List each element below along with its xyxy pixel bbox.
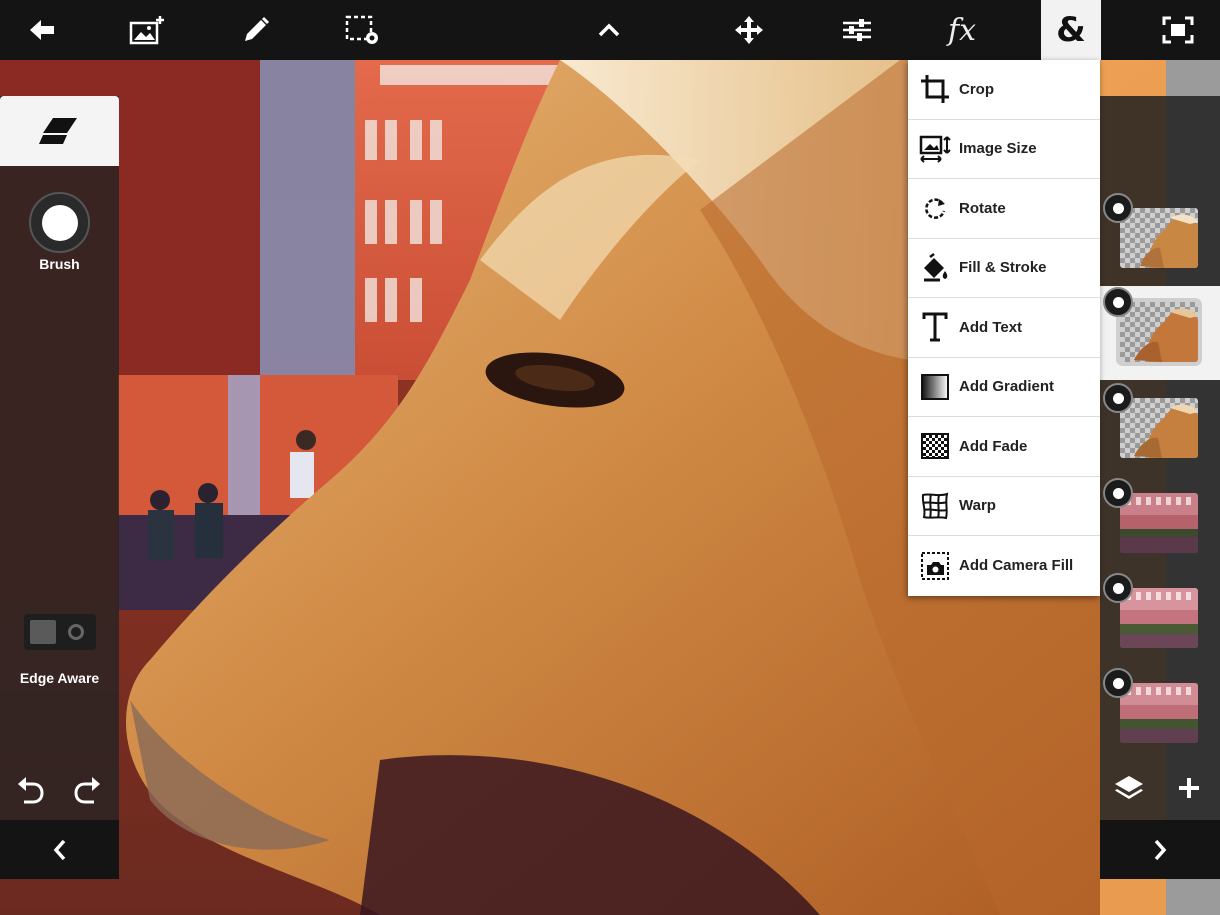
add-image-button[interactable] [118,0,178,60]
horse-head-thumb-icon [1120,208,1198,268]
menu-item-label: Add Camera Fill [959,557,1074,575]
fullscreen-icon [1162,16,1194,44]
move-icon [735,16,763,44]
text-icon [917,310,953,344]
menu-item-crop[interactable]: Crop [908,60,1100,120]
effects-button[interactable]: fx [932,0,992,60]
fx-icon: fx [947,12,977,48]
collapse-toolbar-button[interactable] [579,0,639,60]
layer-visibility-toggle[interactable] [1103,287,1133,317]
pencil-icon [245,16,270,41]
sliders-icon [843,19,871,41]
more-options-menu: Crop Image Size Rotate Fill & Stroke Add… [908,60,1100,596]
layer-thumbnail [1120,493,1198,553]
tool-options-panel: Brush Edge Aware [0,96,119,879]
redo-icon [74,777,100,804]
eraser-tool-tab[interactable] [0,96,119,166]
undo-button[interactable] [12,772,48,808]
undo-icon [18,777,44,804]
menu-item-warp[interactable]: Warp [908,477,1100,536]
layer-item[interactable] [1100,192,1220,286]
layer-item-selected[interactable] [1100,286,1220,380]
brush-tool-button[interactable] [226,0,286,60]
gradient-icon [917,370,953,404]
street-building-thumb-icon [1120,493,1198,553]
brush-preview-icon [41,204,78,241]
brush-size-button[interactable] [29,192,90,253]
menu-item-add-camera-fill[interactable]: Add Camera Fill [908,536,1100,596]
plus-icon [1179,778,1199,798]
layer-item[interactable] [1100,477,1220,571]
edge-aware-toggle[interactable] [24,614,96,650]
crop-icon [917,72,953,106]
warp-icon [917,489,953,523]
menu-item-label: Rotate [959,199,1006,217]
ampersand-icon: & [1056,10,1086,50]
menu-item-fill-stroke[interactable]: Fill & Stroke [908,239,1100,298]
fill-stroke-icon [917,251,953,285]
layer-thumbnail [1120,683,1198,743]
layer-thumbnail [1120,302,1198,362]
layer-thumbnail [1120,398,1198,458]
menu-item-label: Add Text [959,318,1023,336]
menu-item-add-gradient[interactable]: Add Gradient [908,358,1100,417]
eraser-icon [38,118,77,144]
chevron-up-icon [598,23,620,37]
menu-item-rotate[interactable]: Rotate [908,179,1100,239]
layers-panel [1100,96,1220,879]
layer-visibility-toggle[interactable] [1103,668,1133,698]
menu-item-label: Image Size [959,140,1037,158]
back-button[interactable] [12,0,72,60]
toggle-knob [30,620,56,644]
collapse-right-panel-button[interactable] [1100,820,1220,879]
menu-item-label: Add Gradient [959,378,1055,396]
top-toolbar: fx & [0,0,1220,60]
street-building-thumb-icon [1120,683,1198,743]
horse-head-thumb-icon [1120,302,1198,362]
menu-item-label: Crop [959,80,994,98]
toggle-off-indicator-icon [68,624,84,640]
edge-aware-label: Edge Aware [19,670,100,686]
layers-icon [1115,776,1143,799]
menu-item-label: Fill & Stroke [959,259,1047,277]
move-tool-button[interactable] [719,0,779,60]
menu-item-label: Add Fade [959,437,1028,455]
back-arrow-icon [30,20,54,40]
brush-label: Brush [39,256,80,272]
layers-button[interactable] [1110,769,1148,807]
layer-item[interactable] [1100,572,1220,666]
chevron-left-icon [53,839,65,860]
camera-fill-icon [917,549,953,583]
layer-visibility-toggle[interactable] [1103,383,1133,413]
horse-head-thumb-icon [1120,398,1198,458]
menu-item-add-fade[interactable]: Add Fade [908,417,1100,477]
menu-item-image-size[interactable]: Image Size [908,120,1100,179]
adjustments-button[interactable] [827,0,887,60]
menu-item-add-text[interactable]: Add Text [908,298,1100,358]
add-image-icon [129,16,164,45]
layer-thumbnail [1120,588,1198,648]
collapse-left-panel-button[interactable] [0,820,119,879]
add-layer-button[interactable] [1170,769,1208,807]
more-menu-button[interactable]: & [1041,0,1101,60]
fade-icon [917,429,953,463]
selection-tool-button[interactable] [332,0,392,60]
selection-settings-icon [345,15,378,44]
layer-item[interactable] [1100,667,1220,761]
layer-item[interactable] [1100,382,1220,476]
menu-item-label: Warp [959,497,996,515]
layer-visibility-toggle[interactable] [1103,193,1133,223]
image-size-icon [917,132,953,166]
rotate-icon [917,191,953,225]
layer-visibility-toggle[interactable] [1103,573,1133,603]
redo-button[interactable] [70,772,106,808]
fullscreen-button[interactable] [1148,0,1208,60]
chevron-right-icon [1154,839,1167,860]
layer-visibility-toggle[interactable] [1103,478,1133,508]
layer-thumbnail [1120,208,1198,268]
street-building-thumb-icon [1120,588,1198,648]
